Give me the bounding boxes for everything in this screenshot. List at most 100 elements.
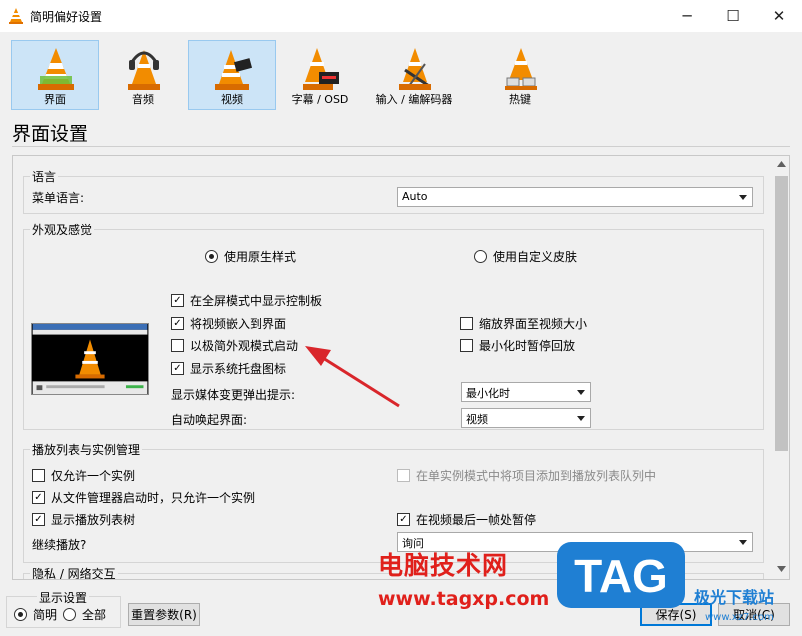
maximize-button[interactable]: ☐: [710, 0, 756, 32]
audio-cone-icon: [128, 50, 160, 90]
checkbox-label: 以极简外观模式启动: [190, 339, 299, 353]
chevron-down-icon: [739, 195, 747, 200]
checkbox-label: 仅允许一个实例: [51, 469, 136, 483]
menu-language-select[interactable]: Auto: [397, 187, 753, 207]
fullscreen-controls-checkbox[interactable]: ✓ 在全屏模式中显示控制板: [171, 292, 322, 309]
checkbox-checked-icon: ✓: [171, 362, 184, 375]
simple-mode-radio[interactable]: 简明: [14, 606, 57, 623]
watermark-site-url: www.xz7.com: [705, 612, 774, 623]
checkbox-label: 在单实例模式中将项目添加到播放列表队列中: [416, 469, 657, 483]
radio-label: 使用原生样式: [224, 250, 297, 264]
radio-label: 使用自定义皮肤: [493, 250, 578, 264]
popup-label: 显示媒体变更弹出提示:: [171, 388, 296, 402]
category-hotkeys[interactable]: 热键: [476, 40, 564, 110]
category-label: 音频: [132, 93, 154, 106]
watermark-url: www.tagxp.com: [378, 588, 550, 610]
pause-last-frame-checkbox[interactable]: ✓ 在视频最后一帧处暂停: [397, 511, 536, 528]
checkbox-checked-icon: ✓: [32, 491, 45, 504]
watermark-text: 电脑技术网: [378, 551, 509, 580]
file-manager-instance-checkbox[interactable]: ✓ 从文件管理器启动时，只允许一个实例: [32, 489, 255, 506]
minimize-button[interactable]: ─: [664, 0, 710, 32]
interface-preview-image: [31, 323, 149, 395]
title-bar: 简明偏好设置 ─ ☐ ✕: [0, 0, 802, 32]
checkbox-unchecked-icon: [460, 339, 473, 352]
continue-playback-label: 继续播放?: [32, 538, 87, 552]
popup-select[interactable]: 最小化时: [461, 382, 591, 402]
chevron-down-icon: [577, 390, 585, 395]
category-label: 热键: [509, 93, 531, 106]
category-interface[interactable]: 界面: [11, 40, 99, 110]
language-group: 语言 菜单语言: Auto: [23, 168, 764, 214]
radio-indicator: [63, 608, 76, 621]
selected-value: 视频: [466, 413, 488, 426]
checkbox-label: 从文件管理器启动时，只允许一个实例: [51, 491, 256, 505]
annotation-arrow: [305, 346, 400, 408]
group-title: 外观及感觉: [30, 221, 95, 238]
radio-indicator: [474, 250, 487, 263]
resize-to-video-checkbox[interactable]: 缩放界面至视频大小: [460, 315, 587, 332]
settings-scroll-pane: 语言 菜单语言: Auto 外观及感觉 使用原生样式 使用自定义皮肤 ✓ 在全屏…: [12, 155, 790, 580]
all-mode-radio[interactable]: 全部: [63, 606, 106, 623]
embed-video-checkbox[interactable]: ✓ 将视频嵌入到界面: [171, 315, 286, 332]
raise-interface-select[interactable]: 视频: [461, 408, 591, 428]
chevron-down-icon: [739, 540, 747, 545]
raise-interface-label: 自动唤起界面:: [171, 413, 248, 427]
checkbox-label: 最小化时暂停回放: [479, 339, 576, 353]
checkbox-unchecked-icon: [397, 469, 410, 482]
vlc-cone-icon: [9, 8, 23, 24]
category-label: 视频: [221, 93, 243, 106]
reset-preferences-button[interactable]: 重置参数(R): [128, 603, 200, 626]
checkbox-label: 显示播放列表树: [51, 513, 136, 527]
interface-cone-icon: [38, 48, 74, 90]
category-audio[interactable]: 音频: [99, 40, 187, 110]
minimal-mode-checkbox[interactable]: 以极简外观模式启动: [171, 337, 298, 354]
divider: [12, 146, 790, 147]
systray-checkbox[interactable]: ✓ 显示系统托盘图标: [171, 360, 286, 377]
enqueue-checkbox: 在单实例模式中将项目添加到播放列表队列中: [397, 467, 656, 484]
checkbox-unchecked-icon: [171, 339, 184, 352]
checkbox-checked-icon: ✓: [171, 317, 184, 330]
native-style-radio[interactable]: 使用原生样式: [205, 248, 296, 265]
category-subtitles-osd[interactable]: 字幕 / OSD: [276, 40, 364, 110]
video-cone-icon: [215, 50, 253, 90]
codec-cone-icon: [399, 48, 431, 90]
radio-label: 简明: [33, 608, 58, 622]
checkbox-label: 在全屏模式中显示控制板: [190, 294, 323, 308]
group-title: 显示设置: [37, 589, 90, 606]
selected-value: Auto: [402, 190, 428, 203]
radio-label: 全部: [82, 608, 107, 622]
category-video[interactable]: 视频: [188, 40, 276, 110]
vertical-scrollbar[interactable]: [773, 156, 789, 579]
tag-logo: TAG: [557, 542, 685, 608]
pause-minimized-checkbox[interactable]: 最小化时暂停回放: [460, 337, 575, 354]
one-instance-checkbox[interactable]: 仅允许一个实例: [32, 467, 135, 484]
radio-indicator: [14, 608, 27, 621]
scroll-down-icon[interactable]: [777, 566, 786, 572]
group-title: 隐私 / 网络交互: [30, 565, 118, 580]
checkbox-unchecked-icon: [32, 469, 45, 482]
show-playlist-checkbox[interactable]: ✓ 显示播放列表树: [32, 511, 135, 528]
group-title: 语言: [30, 168, 59, 185]
menu-language-label: 菜单语言:: [32, 191, 85, 205]
checkbox-checked-icon: ✓: [32, 513, 45, 526]
category-label: 输入 / 编解码器: [375, 93, 453, 106]
checkbox-checked-icon: ✓: [397, 513, 410, 526]
scrollbar-thumb[interactable]: [775, 176, 788, 451]
hotkeys-cone-icon: [505, 48, 537, 90]
checkbox-label: 缩放界面至视频大小: [479, 317, 588, 331]
checkbox-unchecked-icon: [460, 317, 473, 330]
radio-indicator: [205, 250, 218, 263]
window-title: 简明偏好设置: [30, 10, 103, 24]
scroll-up-icon[interactable]: [777, 161, 786, 167]
category-label: 界面: [44, 93, 66, 106]
svg-text:TAG: TAG: [574, 550, 668, 602]
category-label: 字幕 / OSD: [291, 93, 349, 106]
chevron-down-icon: [577, 416, 585, 421]
category-input-codecs[interactable]: 输入 / 编解码器: [370, 40, 458, 110]
subtitles-cone-icon: [303, 48, 339, 90]
checkbox-label: 显示系统托盘图标: [190, 362, 287, 376]
custom-skin-radio[interactable]: 使用自定义皮肤: [474, 248, 577, 265]
selected-value: 最小化时: [466, 387, 510, 400]
checkbox-label: 将视频嵌入到界面: [190, 317, 287, 331]
close-button[interactable]: ✕: [756, 0, 802, 32]
